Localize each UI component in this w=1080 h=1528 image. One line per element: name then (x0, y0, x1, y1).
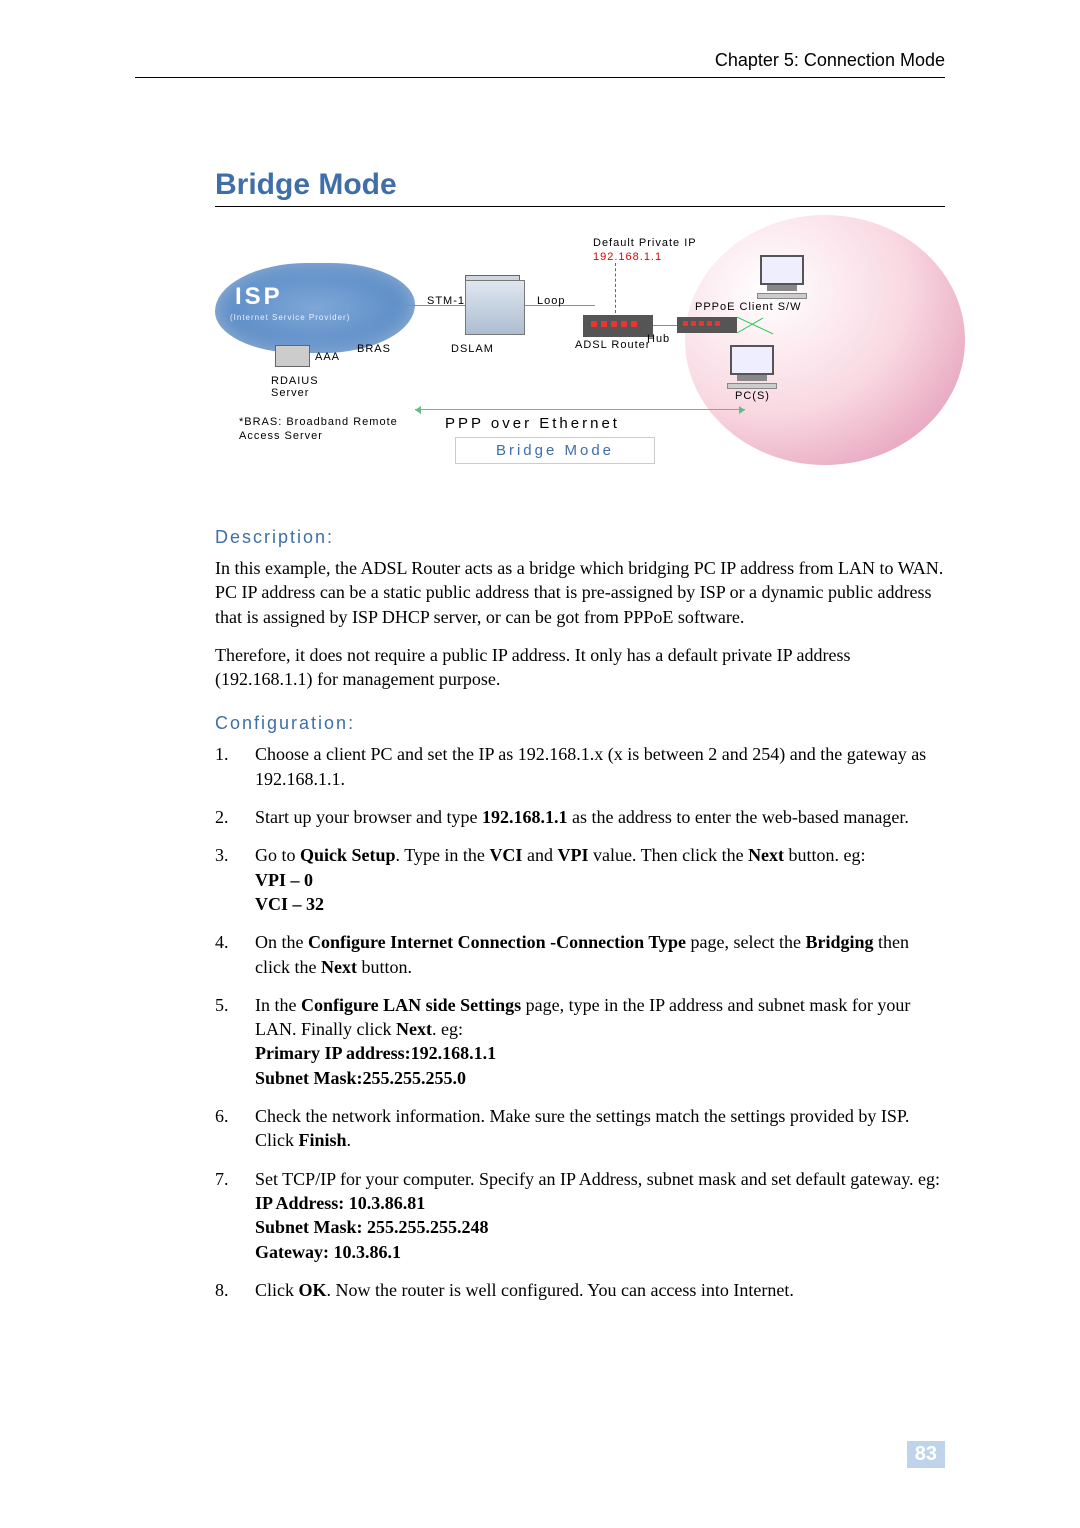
step-bold: Next (321, 957, 357, 977)
step-1: Choose a client PC and set the IP as 192… (215, 742, 945, 791)
step-bold: VCI – 32 (255, 894, 324, 914)
configuration-steps: Choose a client PC and set the IP as 192… (215, 742, 945, 1302)
step-text: value. Then click the (588, 845, 748, 865)
pc-icon-2 (725, 345, 779, 389)
step-bold: Subnet Mask:255.255.255.0 (255, 1068, 466, 1088)
dslam-label: DSLAM (451, 343, 494, 355)
step-text: . Type in the (396, 845, 490, 865)
radius-label: RDAIUS Server (271, 375, 341, 399)
default-ip: 192.168.1.1 (593, 251, 662, 263)
wan-circle (685, 215, 965, 465)
description-p2: Therefore, it does not require a public … (215, 643, 945, 692)
dslam-icon (465, 280, 525, 335)
description-p1: In this example, the ADSL Router acts as… (215, 556, 945, 629)
ip-pointer (615, 263, 616, 313)
step-bold: Gateway: 10.3.86.1 (255, 1242, 401, 1262)
loop-label: Loop (537, 295, 565, 307)
hub-icon (677, 317, 737, 333)
ppp-label: PPP over Ethernet (445, 415, 620, 432)
chapter-text: Chapter 5: Connection Mode (715, 50, 945, 70)
step-bold: VPI – 0 (255, 870, 313, 890)
step-text: Go to (255, 845, 300, 865)
isp-cloud: ISP (Internet Service Provider) (215, 263, 415, 353)
description-heading: Description: (215, 527, 945, 548)
step-bold: IP Address: 10.3.86.81 (255, 1193, 425, 1213)
bras-note: *BRAS: Broadband Remote Access Server (239, 415, 419, 444)
stm1-label: STM-1 (427, 295, 465, 307)
step-text: button. (357, 957, 412, 977)
step-bold: Configure LAN side Settings (301, 995, 521, 1015)
step-text: Check the network information. Make sure… (255, 1106, 909, 1150)
page-number: 83 (907, 1441, 945, 1468)
step-bold: Configure Internet Connection -Connectio… (308, 932, 686, 952)
step-text: Click (255, 1280, 299, 1300)
adsl-router-icon (583, 315, 653, 337)
step-text: button. eg: (784, 845, 866, 865)
adsl-router-label: ADSL Router (575, 339, 655, 351)
aaa-label: AAA (315, 351, 340, 363)
bridge-mode-label: Bridge Mode (456, 438, 654, 463)
step-bold: Primary IP address:192.168.1.1 (255, 1043, 496, 1063)
pppoe-client-label: PPPoE Client S/W (695, 301, 805, 314)
step-text: Set TCP/IP for your computer. Specify an… (255, 1169, 940, 1189)
pcs-label: PC(S) (735, 390, 770, 402)
chapter-header: Chapter 5: Connection Mode (135, 50, 945, 78)
bridge-mode-box: Bridge Mode (455, 437, 655, 464)
hub-label: Hub (647, 333, 670, 345)
step-text: Start up your browser and type (255, 807, 482, 827)
step-text: . Now the router is well configured. You… (327, 1280, 794, 1300)
step-text: On the (255, 932, 308, 952)
step-bold: Next (396, 1019, 432, 1039)
step-bold: Bridging (805, 932, 873, 952)
step-3: Go to Quick Setup. Type in the VCI and V… (215, 843, 945, 916)
step-bold: VPI (557, 845, 588, 865)
isp-label: ISP (235, 283, 283, 311)
aaa-server-icon (275, 345, 310, 367)
pc-icon-1 (755, 255, 809, 299)
step-text: page, select the (686, 932, 805, 952)
step-text: . (347, 1130, 352, 1150)
ppp-arrow (415, 409, 745, 410)
step-bold: Quick Setup (300, 845, 396, 865)
step-bold: VCI (489, 845, 522, 865)
step-4: On the Configure Internet Connection -Co… (215, 930, 945, 979)
step-bold: Finish (299, 1130, 347, 1150)
step-text: . eg: (432, 1019, 463, 1039)
step-bold: Next (748, 845, 784, 865)
isp-sublabel: (Internet Service Provider) (230, 313, 350, 322)
section-title: Bridge Mode (215, 168, 945, 207)
network-diagram: ISP (Internet Service Provider) AAA RDAI… (215, 225, 935, 505)
step-text: and (522, 845, 557, 865)
step-5: In the Configure LAN side Settings page,… (215, 993, 945, 1090)
step-bold: 192.168.1.1 (482, 807, 568, 827)
default-ip-label: Default Private IP (593, 237, 697, 249)
step-2: Start up your browser and type 192.168.1… (215, 805, 945, 829)
step-text: as the address to enter the web-based ma… (567, 807, 908, 827)
step-7: Set TCP/IP for your computer. Specify an… (215, 1167, 945, 1264)
step-8: Click OK. Now the router is well configu… (215, 1278, 945, 1302)
step-text: Choose a client PC and set the IP as 192… (255, 744, 926, 788)
page: Chapter 5: Connection Mode Bridge Mode I… (0, 0, 1080, 1528)
bras-label: BRAS (357, 343, 391, 355)
step-bold: Subnet Mask: 255.255.255.248 (255, 1217, 489, 1237)
configuration-heading: Configuration: (215, 713, 945, 734)
step-6: Check the network information. Make sure… (215, 1104, 945, 1153)
step-bold: OK (299, 1280, 327, 1300)
step-text: In the (255, 995, 301, 1015)
